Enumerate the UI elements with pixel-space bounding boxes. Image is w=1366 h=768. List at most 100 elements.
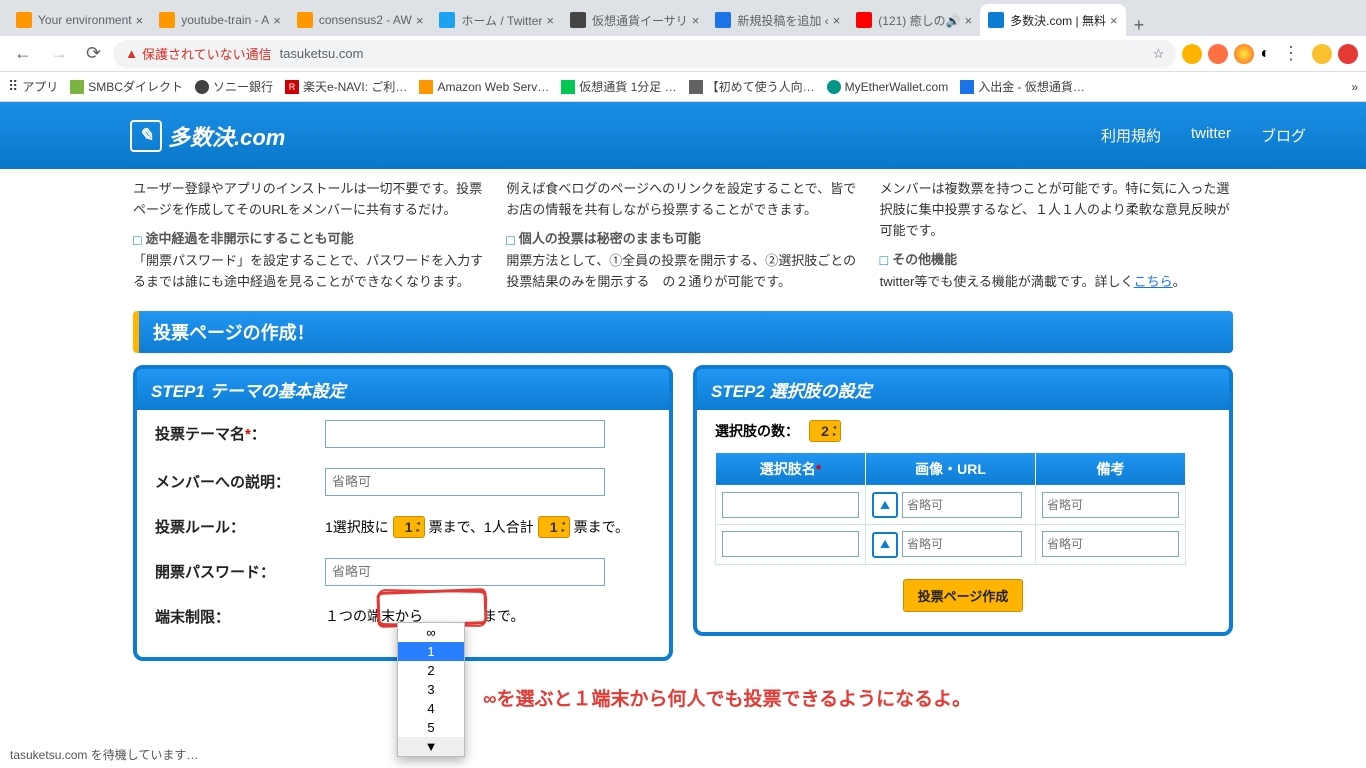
site-logo[interactable]: ✎ 多数決.com	[130, 120, 285, 152]
option-name-input[interactable]	[722, 531, 859, 557]
rule-spinner-1[interactable]: 1	[393, 516, 425, 538]
close-icon[interactable]: ×	[965, 13, 973, 28]
bookmark-item[interactable]: R楽天e-NAVI: ご利…	[285, 78, 407, 95]
close-icon[interactable]: ×	[136, 13, 144, 28]
close-icon[interactable]: ×	[416, 13, 424, 28]
rule-spinner-2[interactable]: 1	[538, 516, 570, 538]
create-vote-button[interactable]: 投票ページ作成	[903, 579, 1024, 612]
bookmark-item[interactable]: 入出金 - 仮想通貨…	[960, 78, 1085, 95]
url-host: tasuketsu.com	[280, 46, 364, 61]
dropdown-option[interactable]: 2	[398, 661, 464, 680]
browser-tab[interactable]: consensus2 - AW×	[289, 4, 432, 36]
address-bar[interactable]: ▲ 保護されていない通信 tasuketsu.com ☆	[113, 40, 1176, 68]
browser-tab[interactable]: 仮想通貨イーサリ×	[562, 4, 707, 36]
logo-text: 多数決.com	[168, 120, 285, 152]
feature-body: 開票方法として、①全員の投票を開示する、②選択肢ごとの投票結果のみを開示する の…	[506, 251, 859, 293]
browser-tab[interactable]: 新規投稿を追加 ‹×	[707, 4, 848, 36]
theme-label: 投票テーマ名*：	[155, 423, 325, 444]
close-icon[interactable]: ×	[1110, 13, 1118, 28]
options-table: 選択肢名* 画像・URL 備考 ⛰ ⛰	[715, 452, 1186, 565]
feature-body: 「開票パスワード」を設定することで、パスワードを入力するまでは誰にも途中経過を見…	[133, 251, 486, 293]
bookmarks-overflow[interactable]: »	[1351, 80, 1358, 94]
feature-heading: その他機能	[880, 249, 1233, 271]
status-bar: tasuketsu.com を待機しています…	[6, 745, 202, 764]
new-tab-button[interactable]: +	[1126, 15, 1153, 36]
option-name-input[interactable]	[722, 492, 859, 518]
bookmark-item[interactable]: MyEtherWallet.com	[827, 80, 949, 94]
bookmark-item[interactable]: 【初めて使う人向…	[689, 78, 815, 95]
option-url-input[interactable]	[902, 531, 1022, 557]
site-header: ✎ 多数決.com 利用規約 twitter ブログ	[0, 102, 1366, 169]
nav-twitter[interactable]: twitter	[1191, 125, 1231, 146]
dropdown-more[interactable]: ▼	[398, 737, 464, 756]
close-icon[interactable]: ×	[546, 13, 554, 28]
ext-icon[interactable]	[1234, 44, 1254, 64]
bookmark-item[interactable]: SMBCダイレクト	[70, 78, 183, 95]
terminal-limit-dropdown[interactable]: ∞ 1 2 3 4 5 ▼	[397, 622, 465, 757]
browser-toolbar: ← → ⟳ ▲ 保護されていない通信 tasuketsu.com ☆ ◐ ⋮	[0, 36, 1366, 72]
desc-input[interactable]	[325, 468, 605, 496]
insecure-warning: ▲ 保護されていない通信	[125, 44, 272, 63]
image-picker-icon[interactable]: ⛰	[872, 532, 898, 558]
step2-panel: STEP2 選択肢の設定 選択肢の数： 2 選択肢名* 画像・URL 備考 ⛰	[693, 365, 1233, 636]
feature-body: twitter等でも使える機能が満載です。詳しくこちら。	[880, 272, 1233, 293]
forward-button: →	[44, 43, 74, 64]
browser-tab[interactable]: ホーム / Twitter×	[431, 4, 562, 36]
option-url-input[interactable]	[902, 492, 1022, 518]
dropdown-option[interactable]: ∞	[398, 623, 464, 642]
browser-tab-strip: Your environment× youtube-train - A× con…	[0, 0, 1366, 36]
close-icon[interactable]: ×	[833, 13, 841, 28]
dropdown-option[interactable]: 3	[398, 680, 464, 699]
dropdown-option-selected[interactable]: 1	[398, 642, 464, 661]
browser-tab[interactable]: youtube-train - A×	[151, 4, 289, 36]
image-picker-icon[interactable]: ⛰	[872, 492, 898, 518]
nav-terms[interactable]: 利用規約	[1101, 125, 1161, 146]
back-button[interactable]: ←	[8, 43, 38, 64]
feature-body: メンバーは複数票を持つことが可能です。特に気に入った選択肢に集中投票するなど、１…	[880, 179, 1233, 241]
ext-icon[interactable]	[1182, 44, 1202, 64]
star-icon[interactable]: ☆	[1153, 46, 1165, 62]
rule-label: 投票ルール：	[155, 516, 325, 537]
logo-mark-icon: ✎	[130, 120, 162, 152]
feature-body: 例えば食べログのページへのリンクを設定することで、皆でお店の情報を共有しながら投…	[506, 179, 859, 221]
terminal-label: 端末制限：	[155, 606, 325, 627]
more-link[interactable]: こちら	[1134, 274, 1173, 289]
password-input[interactable]	[325, 558, 605, 586]
bookmark-item[interactable]: 仮想通貨 1分足 …	[561, 78, 676, 95]
ext-icon[interactable]	[1208, 44, 1228, 64]
site-nav: 利用規約 twitter ブログ	[1101, 125, 1306, 146]
choice-count-spinner[interactable]: 2	[809, 420, 841, 442]
step1-title: STEP1 テーマの基本設定	[137, 369, 669, 410]
feature-heading: 途中経過を非開示にすることも可能	[133, 229, 486, 251]
th-image: 画像・URL	[866, 452, 1036, 485]
nav-blog[interactable]: ブログ	[1261, 125, 1306, 146]
section-title: 投票ページの作成！	[133, 311, 1233, 353]
step1-panel: STEP1 テーマの基本設定 投票テーマ名*： メンバーへの説明： 投票ルール：…	[133, 365, 673, 661]
dropdown-option[interactable]: 5	[398, 718, 464, 737]
option-note-input[interactable]	[1042, 492, 1179, 518]
feature-heading: 個人の投票は秘密のままも可能	[506, 229, 859, 251]
table-row: ⛰	[716, 525, 1186, 565]
profile-icon[interactable]	[1338, 44, 1358, 64]
bookmark-item[interactable]: Amazon Web Serv…	[419, 80, 549, 94]
profile-icon[interactable]	[1312, 44, 1332, 64]
darkmode-icon[interactable]: ◐	[1260, 45, 1270, 63]
choice-count-label: 選択肢の数：	[715, 421, 799, 441]
password-label: 開票パスワード：	[155, 561, 325, 582]
theme-input[interactable]	[325, 420, 605, 448]
close-icon[interactable]: ×	[273, 13, 281, 28]
feature-columns: ユーザー登録やアプリのインストールは一切不要です。投票ページを作成してそのURL…	[133, 179, 1233, 293]
browser-tab-active[interactable]: 多数決.com | 無料×	[980, 4, 1125, 36]
step2-title: STEP2 選択肢の設定	[697, 369, 1229, 410]
browser-tab[interactable]: (121) 癒しの🔊×	[848, 4, 980, 36]
annotation-text: ∞を選ぶと１端末から何人でも投票できるようになるよ。	[483, 684, 971, 711]
reload-button[interactable]: ⟳	[80, 43, 107, 64]
dropdown-option[interactable]: 4	[398, 699, 464, 718]
browser-tab[interactable]: Your environment×	[8, 4, 151, 36]
desc-label: メンバーへの説明：	[155, 471, 325, 492]
apps-button[interactable]: ⠿アプリ	[8, 78, 58, 95]
close-icon[interactable]: ×	[692, 13, 700, 28]
option-note-input[interactable]	[1042, 531, 1179, 557]
bookmark-item[interactable]: ソニー銀行	[195, 78, 273, 95]
menu-icon[interactable]: ⋮	[1276, 43, 1306, 64]
